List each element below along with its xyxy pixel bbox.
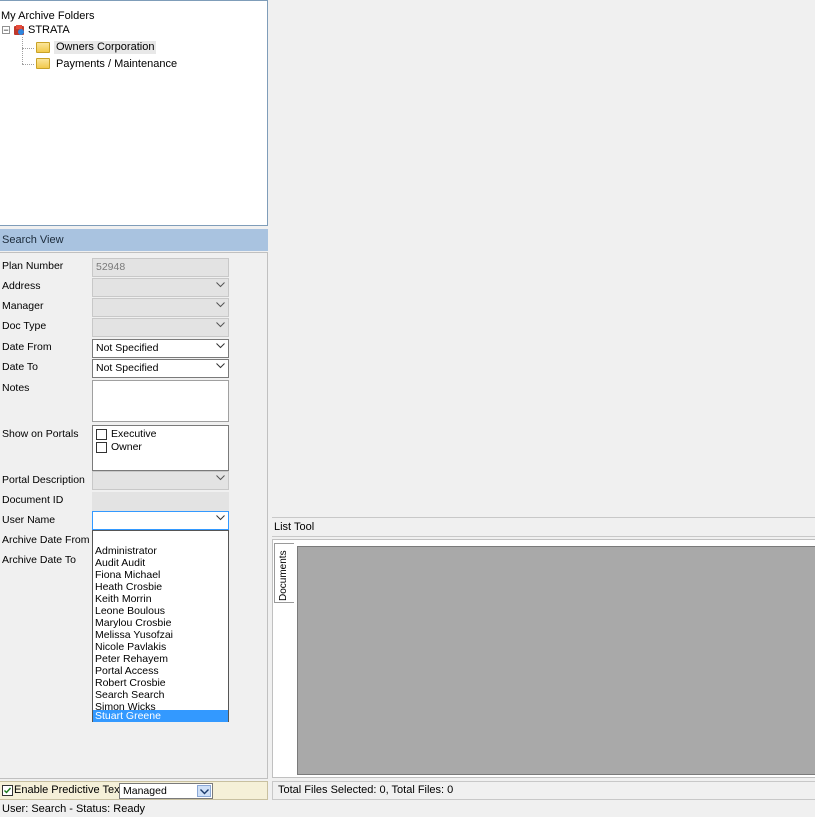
chevron-down-icon [216, 515, 225, 521]
user-option[interactable]: Robert Crosbie [93, 677, 228, 689]
executive-label: Executive [111, 428, 157, 440]
predictive-text-label: Enable Predictive Text [14, 784, 123, 796]
predictive-text-bar: Enable Predictive Text Managed [0, 781, 268, 800]
documents-view-area[interactable] [297, 546, 815, 775]
user-option[interactable]: Administrator [93, 545, 228, 557]
portals-checklist: Executive Owner [92, 425, 229, 471]
date-from-select[interactable]: Not Specified [92, 339, 229, 358]
doc-type-select[interactable] [92, 318, 229, 337]
address-label: Address [2, 280, 41, 292]
tab-documents[interactable]: Documents [274, 543, 294, 603]
show-on-portals-label: Show on Portals [2, 428, 79, 440]
tree-root-label[interactable]: My Archive Folders [1, 10, 95, 23]
list-tool-header: List Tool [272, 517, 815, 537]
search-view-header: Search View [0, 229, 268, 251]
chevron-down-icon [216, 363, 225, 369]
chevron-down-icon [216, 282, 225, 288]
plan-number-label: Plan Number [2, 260, 64, 272]
user-option[interactable]: Search Search [93, 689, 228, 701]
user-name-select[interactable] [92, 511, 229, 530]
status-bar: User: Search - Status: Ready [0, 802, 815, 817]
user-option[interactable]: Audit Audit [93, 557, 228, 569]
chevron-down-icon [200, 789, 209, 795]
archive-date-from-label: Archive Date From [2, 534, 90, 546]
address-select[interactable] [92, 278, 229, 297]
user-option[interactable]: Heath Crosbie [93, 581, 228, 593]
user-option[interactable]: Marylou Crosbie [93, 617, 228, 629]
chevron-down-icon [216, 302, 225, 308]
portal-description-label: Portal Description [2, 474, 85, 486]
notes-label: Notes [2, 382, 30, 394]
user-option[interactable]: Nicole Pavlakis [93, 641, 228, 653]
collapse-icon[interactable]: − [2, 26, 10, 35]
plan-number-field[interactable]: 52948 [92, 258, 229, 277]
user-option[interactable]: Melissa Yusofzai [93, 629, 228, 641]
date-to-label: Date To [2, 361, 38, 373]
archive-date-to-label: Archive Date To [2, 554, 76, 566]
dropdown-button[interactable] [197, 785, 211, 797]
date-from-label: Date From [2, 341, 52, 353]
chevron-down-icon [216, 322, 225, 328]
archive-folder-tree[interactable]: My Archive Folders − STRATA Owners Corpo… [0, 0, 268, 226]
folder-icon [36, 58, 50, 69]
chevron-down-icon [216, 343, 225, 349]
user-name-dropdown-list[interactable]: Administrator Audit Audit Fiona Michael … [92, 530, 229, 722]
notes-textarea[interactable] [92, 380, 229, 422]
document-id-label: Document ID [2, 494, 64, 506]
predictive-mode-select[interactable]: Managed [119, 783, 213, 799]
owner-label: Owner [111, 441, 142, 453]
chevron-down-icon [216, 475, 225, 481]
manager-label: Manager [2, 300, 44, 312]
document-id-field[interactable] [92, 492, 229, 511]
owner-checkbox[interactable] [96, 442, 107, 453]
predictive-text-checkbox[interactable] [2, 785, 13, 796]
list-tool-status: Total Files Selected: 0, Total Files: 0 [272, 781, 815, 800]
tree-item-owners-corporation[interactable]: Owners Corporation [54, 41, 157, 54]
user-name-label: User Name [2, 514, 56, 526]
user-option[interactable]: Peter Rehayem [93, 653, 228, 665]
user-option-selected[interactable]: Stuart Greene [93, 710, 228, 722]
user-option[interactable]: Fiona Michael [93, 569, 228, 581]
doc-type-label: Doc Type [2, 320, 47, 332]
tree-node-strata[interactable]: STRATA [28, 24, 70, 37]
date-to-select[interactable]: Not Specified [92, 359, 229, 378]
tree-item-payments-maintenance[interactable]: Payments / Maintenance [56, 58, 177, 71]
user-option[interactable]: Portal Access [93, 665, 228, 677]
user-option[interactable]: Leone Boulous [93, 605, 228, 617]
portal-description-select[interactable] [92, 471, 229, 490]
user-option[interactable]: Keith Morrin [93, 593, 228, 605]
executive-checkbox[interactable] [96, 429, 107, 440]
manager-select[interactable] [92, 298, 229, 317]
folder-icon [36, 42, 50, 53]
strata-database-icon [14, 25, 24, 35]
